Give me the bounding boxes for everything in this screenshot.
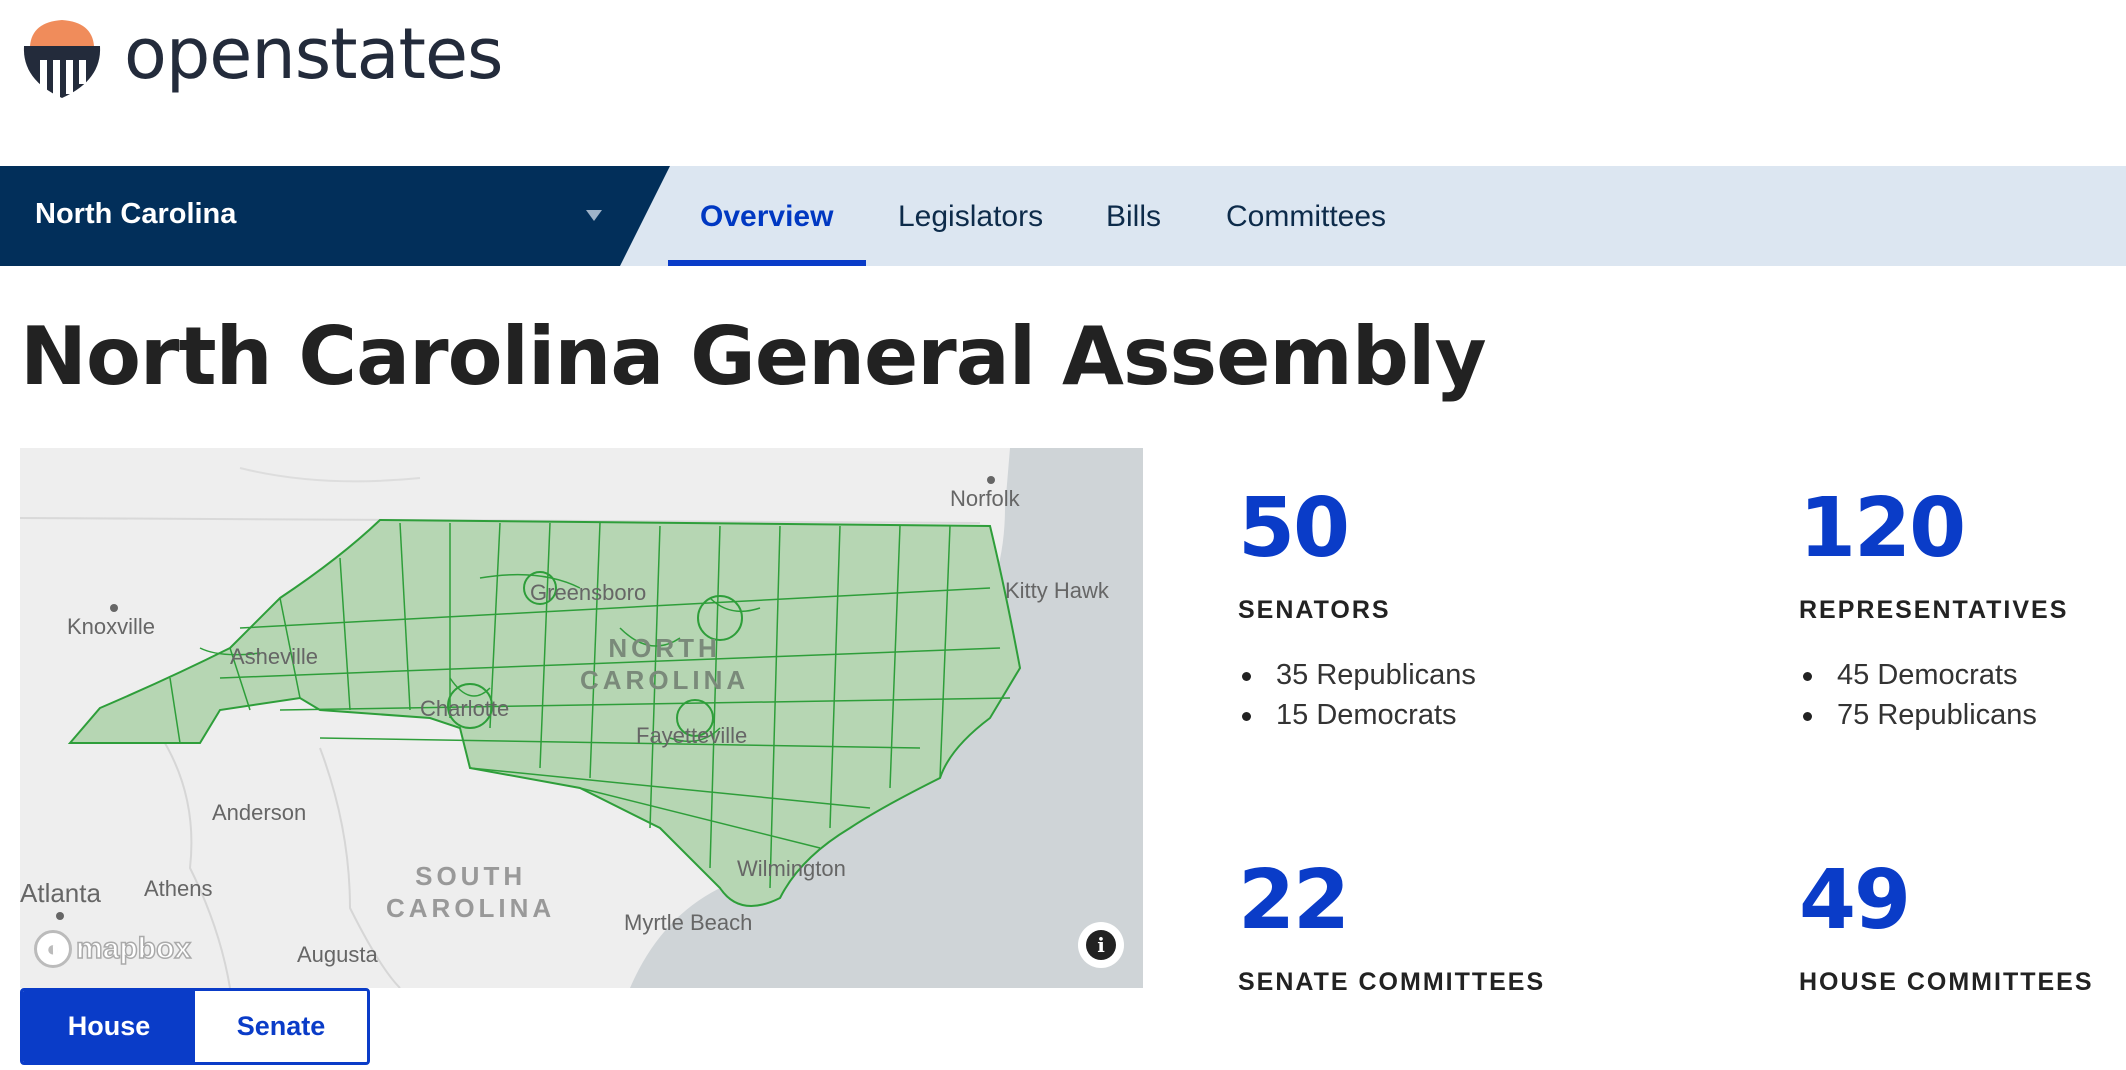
list-item: 15 Democrats	[1238, 695, 1476, 735]
info-icon: i	[1086, 930, 1116, 960]
mapbox-icon: ◐	[34, 930, 72, 968]
map-label-athens: Athens	[144, 876, 213, 901]
map-label-fayetteville: Fayetteville	[636, 723, 748, 748]
map-label-norfolk: Norfolk	[950, 486, 1020, 511]
mapbox-wordmark: mapbox	[75, 931, 192, 966]
house-committees-count: 49	[1799, 853, 1911, 948]
list-item: 45 Democrats	[1799, 655, 2068, 695]
map-info-button[interactable]: i	[1078, 922, 1124, 968]
map-label-atlanta: Atlanta	[20, 878, 101, 908]
tab-legislators[interactable]: Legislators	[898, 166, 1048, 266]
chamber-toggle: House Senate	[20, 988, 370, 1065]
tab-label: Committees	[1226, 200, 1387, 233]
state-nav-bar: North Carolina Overview Legislators Bill…	[0, 166, 2126, 266]
map-label-charlotte: Charlotte	[420, 696, 510, 721]
house-button[interactable]: House	[23, 991, 195, 1062]
senators-count: 50	[1238, 481, 1350, 576]
senators-stat: 50 SENATORS 35 Republicans 15 Democrats	[1238, 488, 1476, 735]
tab-bills[interactable]: Bills	[1106, 166, 1166, 266]
senate-committees-stat: 22 SENATE COMMITTEES	[1238, 860, 1545, 997]
map-label-augusta: Augusta	[297, 942, 378, 967]
chevron-down-icon	[586, 210, 602, 221]
representatives-count: 120	[1799, 481, 1966, 576]
mapbox-logo[interactable]: ◐ mapbox	[34, 930, 192, 968]
tab-label: Overview	[700, 200, 834, 233]
tab-committees[interactable]: Committees	[1226, 166, 1396, 266]
senate-button[interactable]: Senate	[195, 991, 367, 1062]
map-label-knoxville: Knoxville	[67, 614, 156, 639]
tab-overview[interactable]: Overview	[668, 166, 866, 266]
brand-name: openstates	[124, 13, 503, 95]
map-label-greensboro: Greensboro	[530, 580, 647, 605]
openstates-logo[interactable]: openstates	[20, 16, 503, 100]
list-item: 75 Republicans	[1799, 695, 2068, 735]
representatives-stat: 120 REPRESENTATIVES 45 Democrats 75 Repu…	[1799, 488, 2068, 735]
map-label-wilmington: Wilmington	[737, 856, 846, 881]
representatives-caption: REPRESENTATIVES	[1799, 596, 2069, 624]
senators-breakdown: 35 Republicans 15 Democrats	[1238, 655, 1476, 735]
tab-label: Bills	[1106, 200, 1162, 233]
state-selector-label: North Carolina	[35, 198, 237, 230]
district-map[interactable]: Norfolk Kitty Hawk Knoxville Asheville G…	[20, 448, 1143, 988]
map-label-anderson: Anderson	[212, 800, 307, 825]
map-label-north-carolina: NORTH CAROLINA	[580, 633, 750, 695]
page-title: North Carolina General Assembly	[20, 310, 1487, 403]
state-selector[interactable]: North Carolina	[0, 166, 670, 266]
map-label-myrtle-beach: Myrtle Beach	[624, 910, 753, 935]
list-item: 35 Republicans	[1238, 655, 1476, 695]
house-committees-stat: 49 HOUSE COMMITTEES	[1799, 860, 2094, 997]
senate-committees-count: 22	[1238, 853, 1350, 948]
map-label-asheville: Asheville	[230, 644, 319, 669]
map-canvas	[20, 448, 1143, 988]
tab-label: Legislators	[898, 200, 1044, 233]
map-label-south-carolina: SOUTH CAROLINA	[386, 861, 556, 923]
openstates-logo-icon	[23, 20, 101, 98]
senators-caption: SENATORS	[1238, 596, 1391, 624]
senate-committees-caption: SENATE COMMITTEES	[1238, 968, 1546, 996]
map-label-kitty-hawk: Kitty Hawk	[1005, 578, 1109, 603]
representatives-breakdown: 45 Democrats 75 Republicans	[1799, 655, 2068, 735]
house-committees-caption: HOUSE COMMITTEES	[1799, 968, 2094, 996]
